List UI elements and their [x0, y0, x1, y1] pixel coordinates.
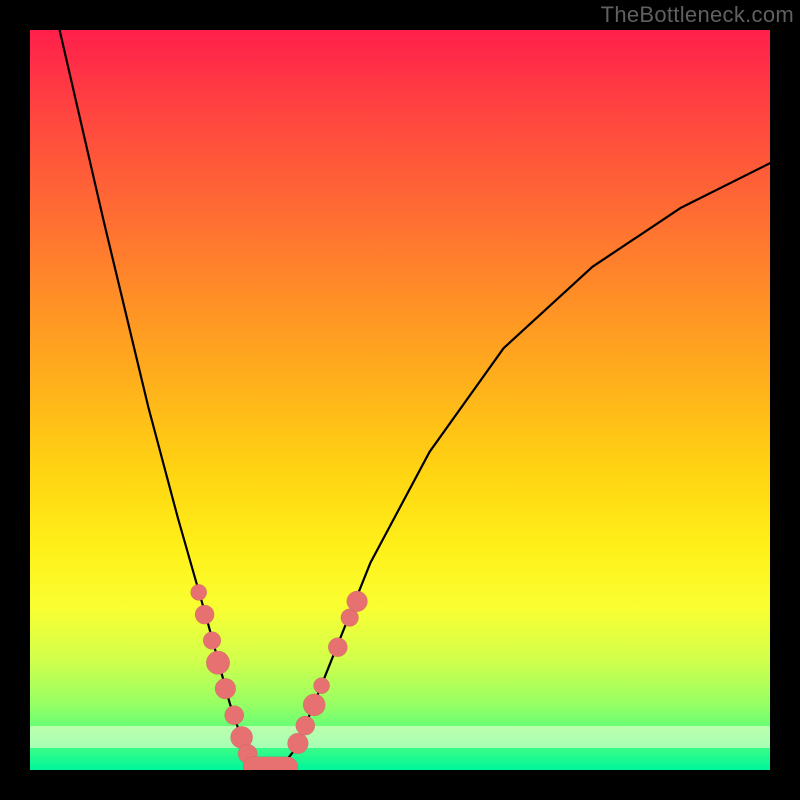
marker-dot: [203, 632, 221, 650]
marker-dot: [314, 678, 330, 694]
curve-svg: [30, 30, 770, 770]
marker-dot: [195, 605, 214, 624]
marker-dot: [225, 706, 244, 725]
marker-dot: [215, 678, 236, 699]
chart-frame: TheBottleneck.com: [0, 0, 800, 800]
marker-dot: [303, 694, 325, 716]
watermark-text: TheBottleneck.com: [601, 2, 794, 28]
marker-dot: [191, 584, 207, 600]
bottom-pill-marker: [243, 757, 298, 770]
left-marker-cluster: [191, 584, 258, 763]
plot-area: [30, 30, 770, 770]
valley-pill: [243, 757, 298, 770]
bottleneck-curve: [60, 30, 770, 770]
marker-dot: [347, 591, 368, 612]
marker-dot: [288, 733, 309, 754]
marker-dot: [206, 651, 230, 675]
marker-dot: [296, 716, 315, 735]
marker-dot: [328, 638, 347, 657]
